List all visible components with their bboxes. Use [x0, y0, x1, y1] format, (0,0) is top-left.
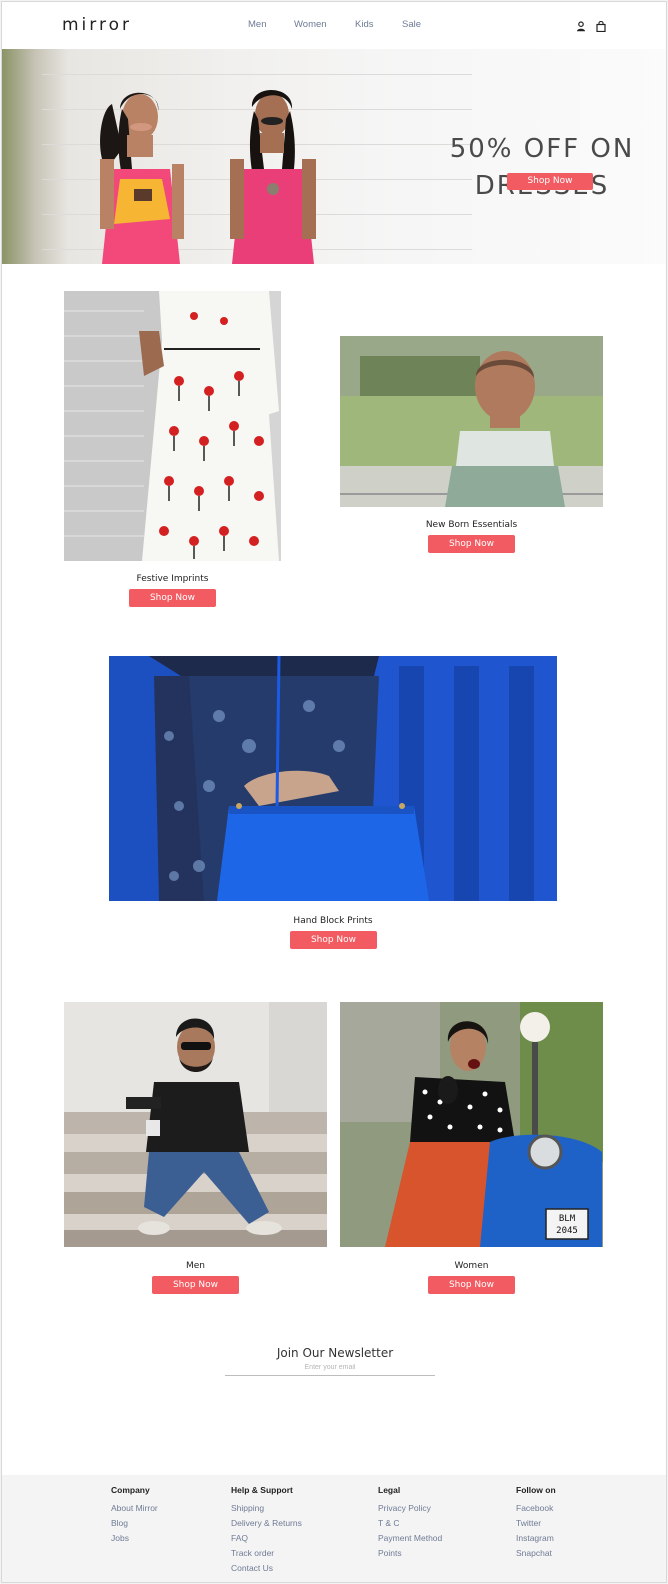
nav-men[interactable]: Men: [248, 19, 266, 30]
nav-kids[interactable]: Kids: [355, 19, 373, 30]
header-icons: [576, 19, 606, 33]
footer-heading-help-support: Help & Support: [231, 1485, 293, 1495]
svg-text:2045: 2045: [556, 1226, 578, 1236]
footer-link-points[interactable]: Points: [378, 1546, 442, 1561]
footer-link-about-mirror[interactable]: About Mirror: [111, 1501, 158, 1516]
footer-heading-company: Company: [111, 1485, 150, 1495]
new-born-essentials-shop-now-button[interactable]: Shop Now: [428, 535, 515, 553]
main-nav: Men Women Kids Sale: [2, 19, 666, 35]
men-caption: Men: [185, 1261, 205, 1271]
footer-link-shipping[interactable]: Shipping: [231, 1501, 302, 1516]
newsletter-email-input[interactable]: [225, 1360, 435, 1376]
footer-link-faq[interactable]: FAQ: [231, 1531, 302, 1546]
nav-sale[interactable]: Sale: [402, 19, 421, 30]
footer-link-track-order[interactable]: Track order: [231, 1546, 302, 1561]
hero-models-image: [100, 89, 316, 264]
footer-link-snapchat[interactable]: Snapchat: [516, 1546, 556, 1561]
footer-column-help-support: Help & Support Shipping Delivery & Retur…: [231, 1485, 302, 1576]
footer-link-instagram[interactable]: Instagram: [516, 1531, 556, 1546]
page: mirror Men Women Kids Sale 50% OFF ON Sh…: [1, 1, 667, 1583]
footer-link-jobs[interactable]: Jobs: [111, 1531, 158, 1546]
newsletter-title: Join Our Newsletter: [276, 1346, 394, 1360]
footer-link-privacy-policy[interactable]: Privacy Policy: [378, 1501, 442, 1516]
hero-title: 50% OFF ON DRESSES: [412, 131, 666, 205]
festive-imprints-image[interactable]: [64, 291, 281, 561]
footer-link-twitter[interactable]: Twitter: [516, 1516, 556, 1531]
footer-heading-legal: Legal: [378, 1485, 401, 1495]
footer-link-facebook[interactable]: Facebook: [516, 1501, 556, 1516]
footer-link-payment-method[interactable]: Payment Method: [378, 1531, 442, 1546]
hero-banner: 50% OFF ON DRESSES Shop Now: [2, 49, 666, 264]
men-shop-now-button[interactable]: Shop Now: [152, 1276, 239, 1294]
footer-column-follow-on: Follow on Facebook Twitter Instagram Sna…: [516, 1485, 556, 1561]
women-shop-now-button[interactable]: Shop Now: [428, 1276, 515, 1294]
svg-text:BLM: BLM: [559, 1214, 576, 1224]
user-icon[interactable]: [576, 19, 586, 32]
site-header: mirror Men Women Kids Sale: [2, 2, 666, 49]
men-category-image[interactable]: [64, 1002, 327, 1247]
hero-title-line1: 50% OFF ON: [449, 134, 635, 164]
festive-imprints-caption: Festive Imprints: [136, 574, 209, 584]
footer-column-legal: Legal Privacy Policy T & C Payment Metho…: [378, 1485, 442, 1561]
footer-link-delivery-returns[interactable]: Delivery & Returns: [231, 1516, 302, 1531]
footer-link-contact-us[interactable]: Contact Us: [231, 1561, 302, 1576]
footer-link-blog[interactable]: Blog: [111, 1516, 158, 1531]
festive-imprints-shop-now-button[interactable]: Shop Now: [129, 589, 216, 607]
new-born-essentials-image[interactable]: [340, 336, 603, 507]
footer-heading-follow-on: Follow on: [516, 1485, 556, 1495]
hand-block-prints-shop-now-button[interactable]: Shop Now: [290, 931, 377, 949]
shopping-bag-icon[interactable]: [596, 19, 606, 33]
new-born-essentials-caption: New Born Essentials: [425, 520, 518, 530]
footer-column-company: Company About Mirror Blog Jobs: [111, 1485, 158, 1546]
hand-block-prints-image[interactable]: [109, 656, 557, 901]
footer-link-terms[interactable]: T & C: [378, 1516, 442, 1531]
women-category-image[interactable]: BLM 2045: [340, 1002, 603, 1247]
site-footer: Company About Mirror Blog Jobs Help & Su…: [2, 1475, 666, 1582]
nav-women[interactable]: Women: [294, 19, 327, 30]
hand-block-prints-caption: Hand Block Prints: [293, 916, 373, 926]
women-caption: Women: [454, 1261, 489, 1271]
hero-shop-now-button[interactable]: Shop Now: [507, 173, 593, 190]
